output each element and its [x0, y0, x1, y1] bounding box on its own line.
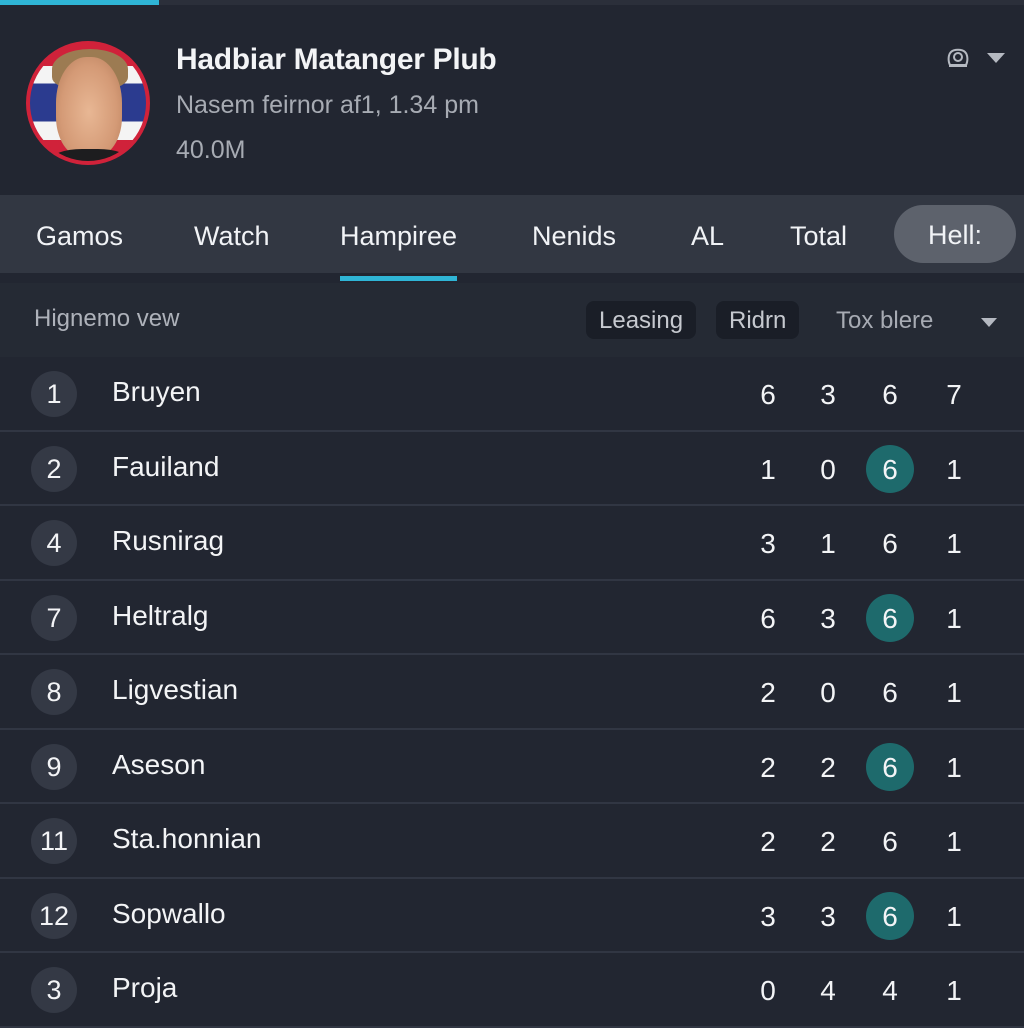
page-title: Hadbiar Matanger Plub: [176, 43, 497, 76]
stat-2: 0: [820, 677, 836, 708]
stat-3: 6: [882, 379, 898, 410]
list-item[interactable]: 11 Sta.honnian 2 2 6 1: [0, 804, 1024, 879]
stat-2: 2: [820, 826, 836, 857]
stat-1: 3: [760, 900, 776, 932]
profile-header: Hadbiar Matanger Plub Nasem feirnor af1,…: [0, 5, 1024, 195]
stat-2: 4: [820, 975, 836, 1006]
stat-2: 3: [820, 602, 836, 634]
list-item[interactable]: 8 Ligvestian 2 0 6 1: [0, 655, 1024, 730]
stat-1: 2: [760, 677, 776, 708]
stat-1: 6: [760, 602, 776, 634]
stat-3: 6: [866, 742, 914, 791]
stat-3: 6: [882, 528, 898, 559]
standings-list: 1 Bruyen 6 3 6 7 2 Fauiland 1 0 6 1 4 Ru…: [0, 357, 1024, 1028]
tab-total[interactable]: Total: [790, 195, 847, 273]
stat-3: 6: [882, 826, 898, 857]
stat-3: 6: [866, 891, 914, 940]
tab-bar: Gamos Watch Hampiree Nenids AL Total Hel…: [0, 195, 1024, 281]
tab-gamos[interactable]: Gamos: [36, 195, 123, 273]
stat-1: 0: [760, 975, 776, 1006]
list-item[interactable]: 2 Fauiland 1 0 6 1: [0, 431, 1024, 506]
stat-1: 1: [760, 453, 776, 485]
team-name: Fauiland: [112, 450, 220, 482]
rank-badge: 2: [31, 445, 77, 492]
stat-3: 6: [866, 444, 914, 493]
stat-1: 3: [760, 528, 776, 559]
list-item[interactable]: 3 Proja 0 4 4 1: [0, 953, 1024, 1028]
list-item[interactable]: 1 Bruyen 6 3 6 7: [0, 357, 1024, 432]
tab-nenids[interactable]: Nenids: [532, 195, 616, 273]
stat-4: 1: [946, 751, 962, 783]
stat-2: 2: [820, 751, 836, 783]
stat-3: 6: [866, 593, 914, 642]
webcam-icon[interactable]: [946, 47, 970, 69]
stat-2: 0: [820, 453, 836, 485]
team-name: Proja: [112, 972, 178, 1003]
team-name: Sopwallo: [112, 897, 226, 929]
stat-1: 6: [760, 379, 776, 410]
list-item[interactable]: 4 Rusnirag 3 1 6 1: [0, 506, 1024, 581]
stat-4: 1: [946, 826, 962, 857]
tab-hampiree[interactable]: Hampiree: [340, 195, 458, 281]
rank-badge: 1: [31, 371, 77, 417]
stat-4: 1: [946, 528, 962, 559]
stat-2: 3: [820, 900, 836, 932]
stat-1: 2: [760, 751, 776, 783]
rank-badge: 9: [31, 743, 77, 790]
stat-3: 4: [882, 975, 898, 1006]
rank-badge: 4: [31, 520, 77, 566]
stat-4: 7: [946, 379, 962, 410]
sort-dropdown-label[interactable]: Tox blere: [836, 307, 933, 335]
stat-2: 3: [820, 379, 836, 410]
avatar-face: [56, 57, 122, 157]
header-actions: [946, 47, 1006, 69]
tab-hell[interactable]: Hell:: [894, 205, 1017, 263]
stat-1: 2: [760, 826, 776, 857]
rank-badge: 12: [31, 892, 77, 939]
filter-chip-leasing[interactable]: Leasing: [586, 301, 697, 339]
subtitle: Nasem feirnor af1, 1.34 pm: [176, 91, 479, 119]
team-name: Aseson: [112, 748, 206, 780]
list-item[interactable]: 12 Sopwallo 3 3 6 1: [0, 878, 1024, 953]
caret-down-icon[interactable]: [986, 52, 1006, 64]
team-name: Bruyen: [112, 376, 201, 407]
filter-chip-ridrn[interactable]: Ridrn: [716, 301, 800, 339]
avatar-shirt: [50, 149, 130, 161]
team-name: Heltralg: [112, 599, 209, 631]
list-item[interactable]: 9 Aseson 2 2 6 1: [0, 729, 1024, 804]
list-item[interactable]: 7 Heltralg 6 3 6 1: [0, 580, 1024, 655]
tab-watch[interactable]: Watch: [194, 195, 270, 273]
team-name: Sta.honnian: [112, 823, 262, 854]
rank-badge: 11: [31, 818, 77, 864]
team-name: Ligvestian: [112, 674, 239, 705]
stat-4: 1: [946, 677, 962, 708]
caret-down-icon[interactable]: [980, 315, 998, 333]
tab-al[interactable]: AL: [691, 195, 724, 273]
stat-3: 6: [882, 677, 898, 708]
stat-2: 1: [820, 528, 836, 559]
rank-badge: 3: [31, 967, 77, 1013]
stat-4: 1: [946, 900, 962, 932]
avatar[interactable]: [26, 41, 150, 165]
filter-bar: Hignemo vew Leasing Ridrn Tox blere: [0, 283, 1024, 357]
stat-4: 1: [946, 602, 962, 634]
rank-badge: 7: [31, 594, 77, 641]
view-label: Hignemo vew: [34, 305, 180, 332]
team-name: Rusnirag: [112, 525, 225, 556]
follower-count: 40.0M: [176, 136, 246, 164]
stat-4: 1: [946, 975, 962, 1006]
rank-badge: 8: [31, 669, 77, 715]
stat-4: 1: [946, 453, 962, 485]
